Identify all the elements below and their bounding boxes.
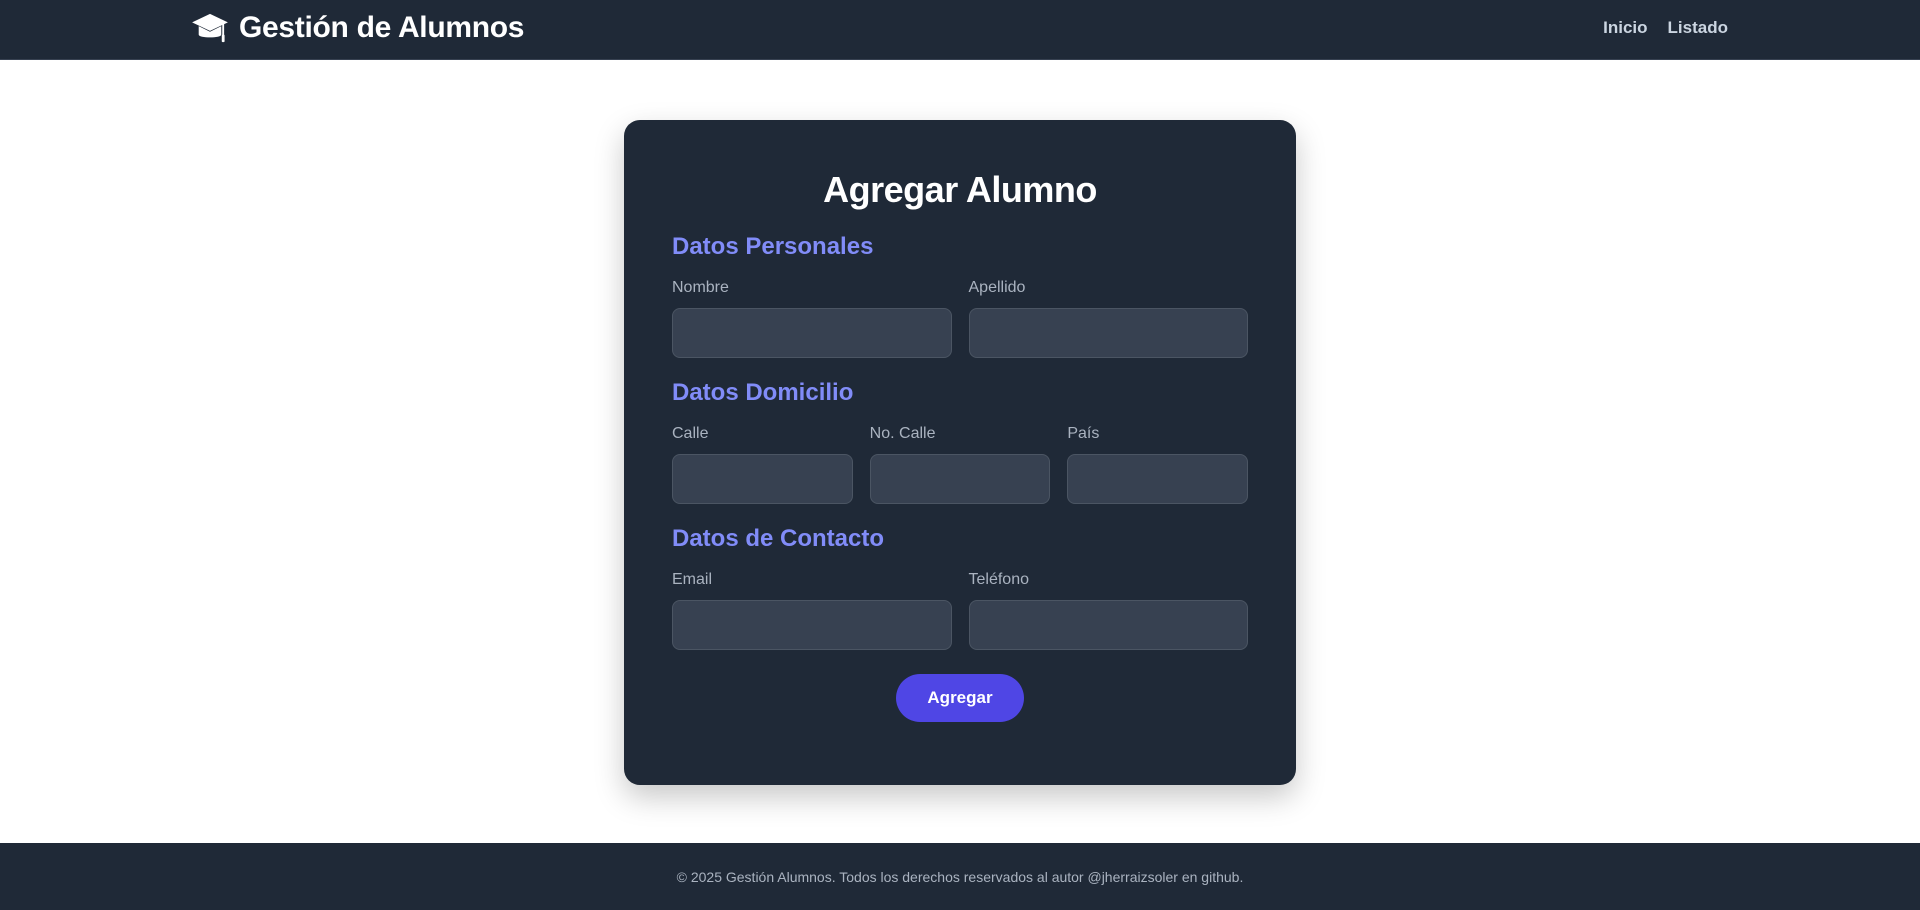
nombre-field: Nombre (672, 278, 952, 358)
domicilio-fields-row: Calle No. Calle País (672, 424, 1249, 504)
personal-fields-row: Nombre Apellido (672, 278, 1248, 358)
calle-field: Calle (672, 424, 853, 504)
pais-input[interactable] (1067, 454, 1249, 504)
telefono-field: Teléfono (968, 570, 1248, 650)
nombre-input[interactable] (672, 308, 952, 358)
section-title-domicilio: Datos Domicilio (672, 379, 854, 406)
apellido-label: Apellido (968, 279, 1026, 296)
submit-wrap: Agregar (672, 674, 1248, 722)
form-title: Agregar Alumno (823, 169, 1097, 210)
apellido-input[interactable] (968, 308, 1248, 358)
no-calle-field: No. Calle (869, 424, 1051, 504)
page-footer: © 2025 Gestión Alumnos. Todos los derech… (0, 843, 1920, 910)
nav-links: Inicio Listado (1603, 0, 1728, 56)
contacto-fields-row: Email Teléfono (672, 570, 1248, 650)
email-input[interactable] (672, 600, 952, 650)
pais-field: País (1067, 424, 1249, 504)
calle-label: Calle (672, 425, 709, 442)
apellido-field: Apellido (968, 278, 1248, 358)
top-navbar: Gestión de Alumnos Inicio Listado (0, 0, 1920, 60)
agregar-button[interactable]: Agregar (896, 674, 1024, 722)
nav-link-inicio[interactable]: Inicio (1603, 18, 1647, 38)
nombre-label: Nombre (672, 279, 729, 296)
email-field: Email (672, 570, 952, 650)
section-title-contacto: Datos de Contacto (672, 525, 885, 552)
graduation-cap-icon (192, 13, 228, 43)
no-calle-input[interactable] (869, 454, 1051, 504)
brand-link[interactable]: Gestión de Alumnos (191, 0, 524, 56)
telefono-label: Teléfono (968, 571, 1030, 588)
no-calle-label: No. Calle (869, 425, 936, 442)
footer-copyright: © 2025 Gestión Alumnos. Todos los derech… (676, 868, 1244, 885)
nav-link-listado[interactable]: Listado (1668, 18, 1728, 38)
calle-input[interactable] (672, 454, 853, 504)
add-student-form-card: Agregar Alumno Datos Personales Nombre A… (624, 120, 1296, 785)
telefono-input[interactable] (968, 600, 1248, 650)
pais-label: País (1067, 425, 1100, 442)
app-title: Gestión de Alumnos (239, 11, 525, 44)
email-label: Email (672, 571, 713, 588)
section-title-personal: Datos Personales (672, 233, 874, 260)
